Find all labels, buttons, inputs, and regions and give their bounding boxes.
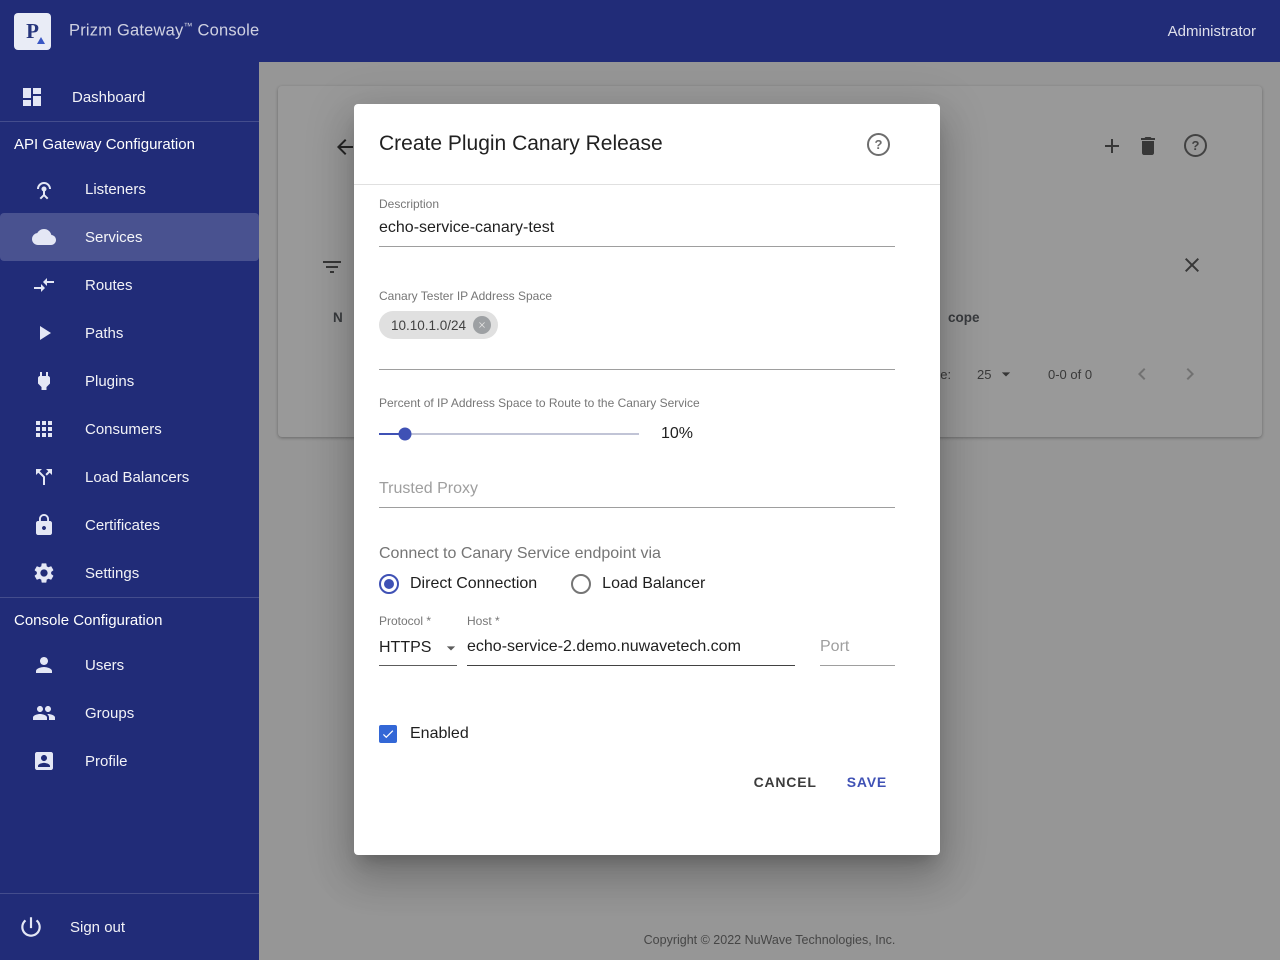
sidebar-item-label: Users xyxy=(85,657,124,674)
gear-icon xyxy=(32,561,56,585)
protocol-label: Protocol * xyxy=(379,614,457,628)
sidebar-item-label: Consumers xyxy=(85,421,162,438)
sidebar-item-label: Load Balancers xyxy=(85,469,189,486)
radio-label: Direct Connection xyxy=(410,575,537,593)
plug-icon xyxy=(32,369,56,393)
protocol-select[interactable]: HTTPS xyxy=(379,630,457,666)
app-title-main: Prizm Gateway xyxy=(69,22,183,40)
dashboard-icon xyxy=(20,85,44,109)
sidebar-item-paths[interactable]: Paths xyxy=(0,309,259,357)
sidebar-item-label: Groups xyxy=(85,705,134,722)
description-input[interactable] xyxy=(379,211,895,247)
percent-slider[interactable] xyxy=(379,422,639,446)
sidebar-section-api-gateway: API Gateway Configuration xyxy=(0,122,259,165)
cancel-button[interactable]: CANCEL xyxy=(746,766,825,798)
sidebar-item-plugins[interactable]: Plugins xyxy=(0,357,259,405)
chip-label: 10.10.1.0/24 xyxy=(391,318,466,333)
radio-direct-connection[interactable]: Direct Connection xyxy=(379,574,537,594)
ip-space-chip[interactable]: 10.10.1.0/24 xyxy=(379,311,498,339)
app-title-suffix: Console xyxy=(197,22,259,40)
sidebar-item-groups[interactable]: Groups xyxy=(0,689,259,737)
dialog-help-icon[interactable]: ? xyxy=(867,133,890,156)
chip-remove-icon[interactable] xyxy=(473,316,491,334)
radio-unselected-icon xyxy=(571,574,591,594)
app-title: Prizm Gateway™ Console xyxy=(69,21,259,41)
sidebar-item-services[interactable]: Services xyxy=(0,213,259,261)
ip-space-label: Canary Tester IP Address Space xyxy=(379,289,895,303)
prizm-logo-icon: P xyxy=(14,13,51,50)
trusted-proxy-input[interactable] xyxy=(379,472,895,508)
sidebar-nav: Dashboard API Gateway Configuration List… xyxy=(0,62,259,960)
sidebar-item-consumers[interactable]: Consumers xyxy=(0,405,259,453)
logo-triangle xyxy=(37,37,45,44)
enabled-checkbox[interactable]: Enabled xyxy=(379,722,895,746)
sidebar-item-label: Listeners xyxy=(85,181,146,198)
radio-label: Load Balancer xyxy=(602,575,705,593)
radio-selected-icon xyxy=(379,574,399,594)
sidebar-item-label: Routes xyxy=(85,277,133,294)
caret-down-icon xyxy=(441,638,461,658)
apps-grid-icon xyxy=(32,417,56,441)
sidebar-item-profile[interactable]: Profile xyxy=(0,737,259,785)
host-input[interactable] xyxy=(467,630,795,666)
call-split-icon xyxy=(32,465,56,489)
sign-out-button[interactable]: Sign out xyxy=(0,894,259,960)
sidebar-item-listeners[interactable]: Listeners xyxy=(0,165,259,213)
play-icon xyxy=(32,321,56,345)
dialog-actions: CANCEL SAVE xyxy=(379,764,895,800)
percent-value: 10% xyxy=(661,425,693,443)
lock-icon xyxy=(32,513,56,537)
percent-label: Percent of IP Address Space to Route to … xyxy=(379,396,895,410)
people-icon xyxy=(32,701,56,725)
dialog-body: Description Canary Tester IP Address Spa… xyxy=(354,185,940,800)
sidebar-item-users[interactable]: Users xyxy=(0,641,259,689)
app-title-tm: ™ xyxy=(183,21,192,31)
user-menu[interactable]: Administrator xyxy=(1168,23,1256,40)
antenna-icon xyxy=(32,177,56,201)
save-button[interactable]: SAVE xyxy=(839,766,895,798)
swap-arrows-icon xyxy=(32,273,56,297)
sidebar-item-label: Dashboard xyxy=(72,89,145,106)
checkbox-checked-icon xyxy=(379,725,397,743)
sidebar-item-label: Profile xyxy=(85,753,128,770)
sidebar-item-load-balancers[interactable]: Load Balancers xyxy=(0,453,259,501)
description-label: Description xyxy=(379,197,895,211)
enabled-label: Enabled xyxy=(410,725,469,743)
sidebar-item-settings[interactable]: Settings xyxy=(0,549,259,597)
badge-icon xyxy=(32,749,56,773)
top-app-bar: P Prizm Gateway™ Console Administrator xyxy=(0,0,1280,62)
connection-section-label: Connect to Canary Service endpoint via xyxy=(379,544,895,564)
dialog-title: Create Plugin Canary Release xyxy=(379,132,867,156)
sign-out-label: Sign out xyxy=(70,919,125,936)
sidebar-item-label: Settings xyxy=(85,565,139,582)
person-icon xyxy=(32,653,56,677)
ip-space-underline xyxy=(379,369,895,370)
sidebar-item-certificates[interactable]: Certificates xyxy=(0,501,259,549)
protocol-value: HTTPS xyxy=(379,639,431,657)
help-glyph: ? xyxy=(875,137,883,152)
sidebar-item-routes[interactable]: Routes xyxy=(0,261,259,309)
sidebar-item-label: Certificates xyxy=(85,517,160,534)
slider-thumb[interactable] xyxy=(399,428,412,441)
sidebar-item-label: Paths xyxy=(85,325,123,342)
cloud-icon xyxy=(32,225,56,249)
slider-track xyxy=(379,433,639,435)
power-icon xyxy=(18,914,44,940)
port-input[interactable] xyxy=(820,630,895,666)
create-canary-release-dialog: Create Plugin Canary Release ? Descripti… xyxy=(354,104,940,855)
radio-load-balancer[interactable]: Load Balancer xyxy=(571,574,705,594)
dialog-header: Create Plugin Canary Release ? xyxy=(354,104,940,184)
host-label: Host * xyxy=(467,614,795,628)
sidebar-item-label: Plugins xyxy=(85,373,134,390)
sidebar-section-console: Console Configuration xyxy=(0,598,259,641)
sidebar-item-dashboard[interactable]: Dashboard xyxy=(0,73,259,121)
sidebar-item-label: Services xyxy=(85,229,143,246)
